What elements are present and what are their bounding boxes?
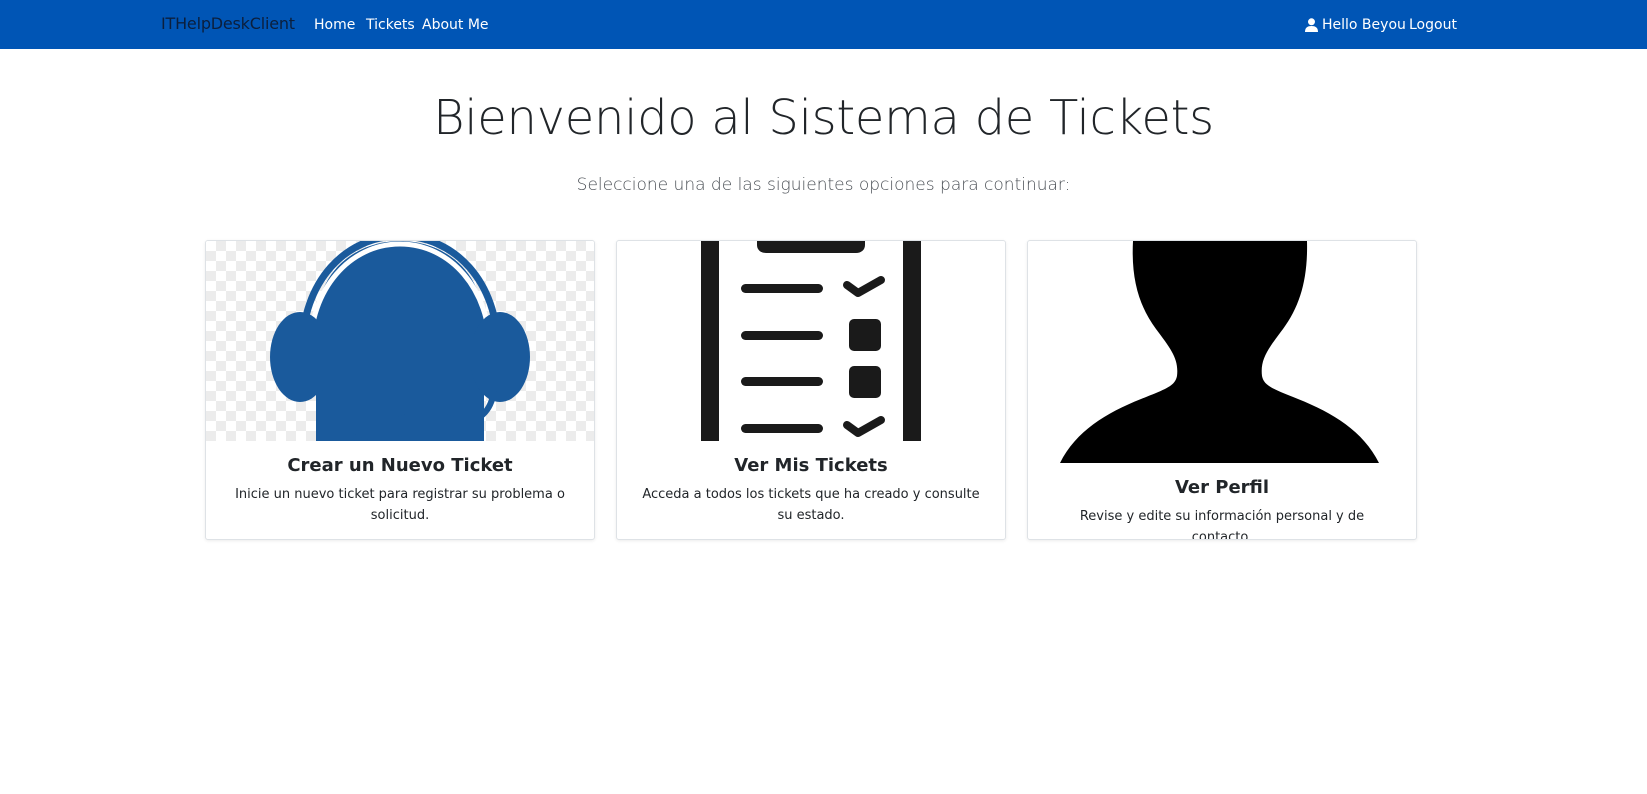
card-text: Inicie un nuevo ticket para registrar su… <box>235 487 565 523</box>
card-body-view-tickets: Ver Mis Tickets Acceda a todos los ticke… <box>617 455 1005 526</box>
top-navbar: ITHelpDeskClient Home Tickets About Me H… <box>0 0 1647 49</box>
nav-link-about-me[interactable]: About Me <box>422 17 489 33</box>
profile-silhouette-icon <box>1060 241 1379 463</box>
brand-link[interactable]: ITHelpDeskClient <box>161 14 295 33</box>
card-image-view-tickets <box>617 241 1005 441</box>
logout-link[interactable]: Logout <box>1409 17 1457 33</box>
card-image-create-ticket <box>206 241 594 449</box>
page-title: Bienvenido al Sistema de Tickets <box>433 90 1214 146</box>
card-text: Acceda a todos los tickets que ha creado… <box>642 487 980 523</box>
card-body-view-profile: Ver Perfil Revise y edite su información… <box>1028 477 1416 540</box>
user-greeting-label: Hello Beyou <box>1322 17 1406 33</box>
user-greeting-link[interactable]: Hello Beyou <box>1305 17 1406 33</box>
card-body-create-ticket: Crear un Nuevo Ticket Inicie un nuevo ti… <box>206 455 594 526</box>
nav-link-tickets[interactable]: Tickets <box>366 17 415 33</box>
card-view-tickets[interactable]: Ver Mis Tickets Acceda a todos los ticke… <box>616 240 1006 540</box>
nav-link-home[interactable]: Home <box>314 17 355 33</box>
page-subtitle: Seleccione una de las siguientes opcione… <box>576 175 1071 195</box>
card-image-view-profile <box>1028 241 1416 463</box>
user-icon <box>1305 18 1318 32</box>
headset-support-icon <box>270 241 530 449</box>
checklist-icon <box>701 241 921 441</box>
card-text: Revise y edite su información personal y… <box>1079 509 1365 540</box>
card-title: Ver Perfil <box>1174 477 1270 498</box>
card-title: Crear un Nuevo Ticket <box>287 455 513 476</box>
card-title: Ver Mis Tickets <box>734 455 888 476</box>
card-create-ticket[interactable]: Crear un Nuevo Ticket Inicie un nuevo ti… <box>205 240 595 540</box>
card-view-profile[interactable]: Ver Perfil Revise y edite su información… <box>1027 240 1417 540</box>
